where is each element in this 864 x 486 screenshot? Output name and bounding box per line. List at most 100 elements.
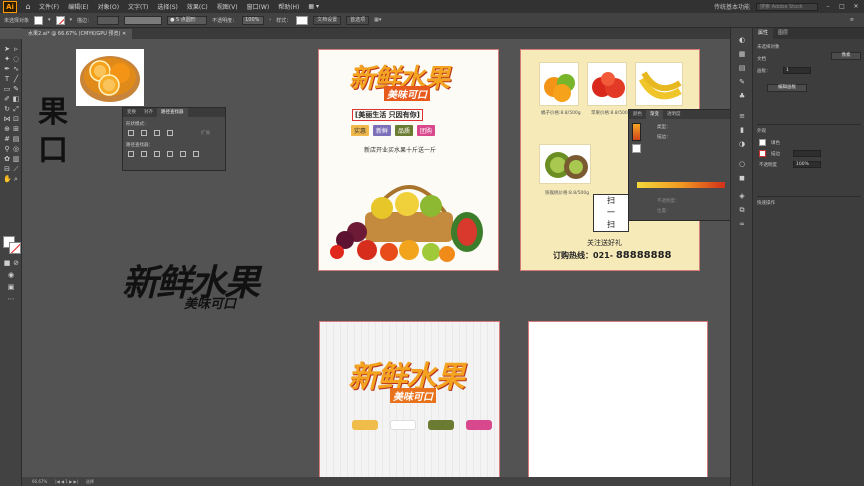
- zoom-level[interactable]: 66.67%: [32, 479, 47, 484]
- type-tool-icon[interactable]: T: [3, 75, 11, 83]
- units-dropdown[interactable]: 像素: [831, 52, 861, 60]
- fill-color-swatch[interactable]: [34, 15, 44, 25]
- transparency-panel-icon[interactable]: ◑: [738, 140, 746, 148]
- artboard-select[interactable]: 1: [783, 67, 811, 74]
- crop-icon[interactable]: [167, 151, 173, 157]
- arrange-documents-icon[interactable]: ▦ ▾: [308, 3, 319, 10]
- brush-definition[interactable]: ● 5 点圆形: [167, 15, 208, 25]
- trim-icon[interactable]: [141, 151, 147, 157]
- minimize-icon[interactable]: –: [824, 3, 832, 10]
- menu-help[interactable]: 帮助(H): [278, 2, 299, 11]
- minus-front-icon[interactable]: [141, 130, 147, 136]
- artboard-tool-icon[interactable]: ⊟: [3, 165, 11, 173]
- layers-panel-icon[interactable]: ◈: [738, 192, 746, 200]
- lasso-tool-icon[interactable]: ◌: [12, 55, 20, 63]
- loose-glyph-top[interactable]: 果: [38, 97, 68, 129]
- stroke-weight-input[interactable]: [793, 150, 821, 157]
- preferences-button[interactable]: 首选项: [346, 15, 370, 25]
- fill-dropdown-icon[interactable]: ▾: [48, 17, 51, 23]
- artboard-poster-3[interactable]: 新鲜水果 美味可口: [319, 321, 500, 477]
- stroke-color-swatch[interactable]: [55, 15, 65, 25]
- gradient-fill-swatch[interactable]: [632, 144, 641, 153]
- artboard-navigation[interactable]: |◀ ◀ 1 ▶ ▶|: [55, 479, 78, 484]
- minus-back-icon[interactable]: [193, 151, 199, 157]
- pill-white[interactable]: [390, 420, 416, 430]
- scale-tool-icon[interactable]: ⤢: [12, 105, 20, 113]
- selection-tool-icon[interactable]: ➤: [3, 45, 11, 53]
- color-panel-icon[interactable]: ◐: [738, 36, 746, 44]
- unite-icon[interactable]: [128, 130, 134, 136]
- stock-search-input[interactable]: 搜索 Adobe Stock: [756, 2, 818, 11]
- perspective-grid-tool-icon[interactable]: ⊞: [12, 125, 20, 133]
- artboards-panel-icon[interactable]: ⧉: [738, 206, 746, 214]
- hand-tool-icon[interactable]: ✋: [3, 175, 12, 183]
- close-icon[interactable]: ✕: [852, 3, 860, 10]
- stroke-dropdown-icon[interactable]: ▾: [70, 17, 73, 23]
- tab-properties[interactable]: 属性: [753, 28, 774, 39]
- tab-align[interactable]: 对齐: [140, 108, 157, 117]
- menu-object[interactable]: 对象(O): [98, 2, 119, 11]
- pill-green[interactable]: [428, 420, 454, 430]
- rectangle-tool-icon[interactable]: ▭: [3, 85, 11, 93]
- opacity-field[interactable]: 100%: [242, 15, 265, 25]
- arrange-icon[interactable]: ▦▾: [374, 17, 381, 23]
- menu-file[interactable]: 文件(F): [39, 2, 59, 11]
- menu-view[interactable]: 视图(V): [217, 2, 238, 11]
- variable-width-profile[interactable]: [124, 15, 163, 25]
- expand-button[interactable]: 扩展: [201, 130, 210, 136]
- screen-mode-icon[interactable]: ▣: [7, 283, 15, 291]
- brushes-icon[interactable]: ✎: [738, 78, 746, 86]
- tab-layers[interactable]: 图层: [773, 28, 793, 39]
- tab-transparency[interactable]: 透明度: [663, 110, 685, 119]
- graphic-style-swatch[interactable]: [296, 15, 309, 25]
- home-icon[interactable]: ⌂: [23, 2, 33, 12]
- document-setup-button[interactable]: 文档设置: [313, 15, 342, 25]
- zoom-tool-icon[interactable]: ⌕: [12, 175, 20, 183]
- opacity-input[interactable]: 100%: [793, 161, 821, 168]
- rotate-tool-icon[interactable]: ↻: [3, 105, 11, 113]
- color-guide-icon[interactable]: ▦: [738, 50, 746, 58]
- status-tool[interactable]: 选择: [86, 479, 94, 485]
- edit-toolbar-icon[interactable]: ⋯: [7, 295, 15, 303]
- menu-edit[interactable]: 编辑(E): [68, 2, 88, 11]
- canvas[interactable]: 果 口 新鲜水果 美味可口 新鲜水果 美味可口 [美丽生活 只因有你] 实惠 新…: [22, 39, 730, 477]
- stroke-weight-field[interactable]: [97, 15, 120, 25]
- shape-builder-tool-icon[interactable]: ⊕: [3, 125, 11, 133]
- pill-yellow[interactable]: [352, 420, 378, 430]
- line-tool-icon[interactable]: ╱: [12, 75, 20, 83]
- swatches-icon[interactable]: ▤: [738, 64, 746, 72]
- blend-tool-icon[interactable]: ◎: [12, 145, 20, 153]
- color-mode-icon[interactable]: ■: [3, 259, 11, 267]
- merge-icon[interactable]: [154, 151, 160, 157]
- pill-pink[interactable]: [466, 420, 492, 430]
- appearance-stroke-swatch[interactable]: [759, 150, 766, 157]
- column-graph-tool-icon[interactable]: ▥: [12, 155, 20, 163]
- menu-effect[interactable]: 效果(C): [187, 2, 208, 11]
- menu-window[interactable]: 窗口(W): [247, 2, 270, 11]
- slice-tool-icon[interactable]: ⟋: [12, 165, 20, 173]
- symbol-sprayer-tool-icon[interactable]: ✿: [3, 155, 11, 163]
- opacity-dropdown-icon[interactable]: ›: [269, 17, 271, 23]
- appearance-panel-icon[interactable]: ○: [738, 160, 746, 168]
- stroke-swatch[interactable]: [9, 242, 21, 254]
- intersect-icon[interactable]: [154, 130, 160, 136]
- links-panel-icon[interactable]: ∞: [738, 220, 746, 228]
- tab-color[interactable]: 颜色: [629, 110, 646, 119]
- shaper-tool-icon[interactable]: ✐: [3, 95, 11, 103]
- artboard-poster-4[interactable]: [528, 321, 708, 477]
- menu-type[interactable]: 文字(T): [128, 2, 148, 11]
- gradient-preview[interactable]: [632, 123, 641, 141]
- divide-icon[interactable]: [128, 151, 134, 157]
- width-tool-icon[interactable]: ⋈: [3, 115, 11, 123]
- tab-gradient[interactable]: 渐变: [646, 110, 663, 119]
- direct-selection-tool-icon[interactable]: ▹: [12, 45, 20, 53]
- gradient-panel-icon[interactable]: ▮: [738, 126, 746, 134]
- draw-mode-icon[interactable]: ◉: [7, 271, 15, 279]
- none-mode-icon[interactable]: ⊘: [12, 259, 20, 267]
- workspace-switcher[interactable]: 传统基本功能: [714, 2, 750, 11]
- orange-image[interactable]: [76, 49, 144, 106]
- maximize-icon[interactable]: □: [838, 3, 846, 10]
- artboard-poster-1[interactable]: 新鲜水果 美味可口 [美丽生活 只因有你] 实惠 新鲜 品质 团购 新店开业买水…: [318, 49, 499, 271]
- loose-glyph-bottom[interactable]: 口: [38, 135, 68, 167]
- stroke-panel-icon[interactable]: ≡: [738, 112, 746, 120]
